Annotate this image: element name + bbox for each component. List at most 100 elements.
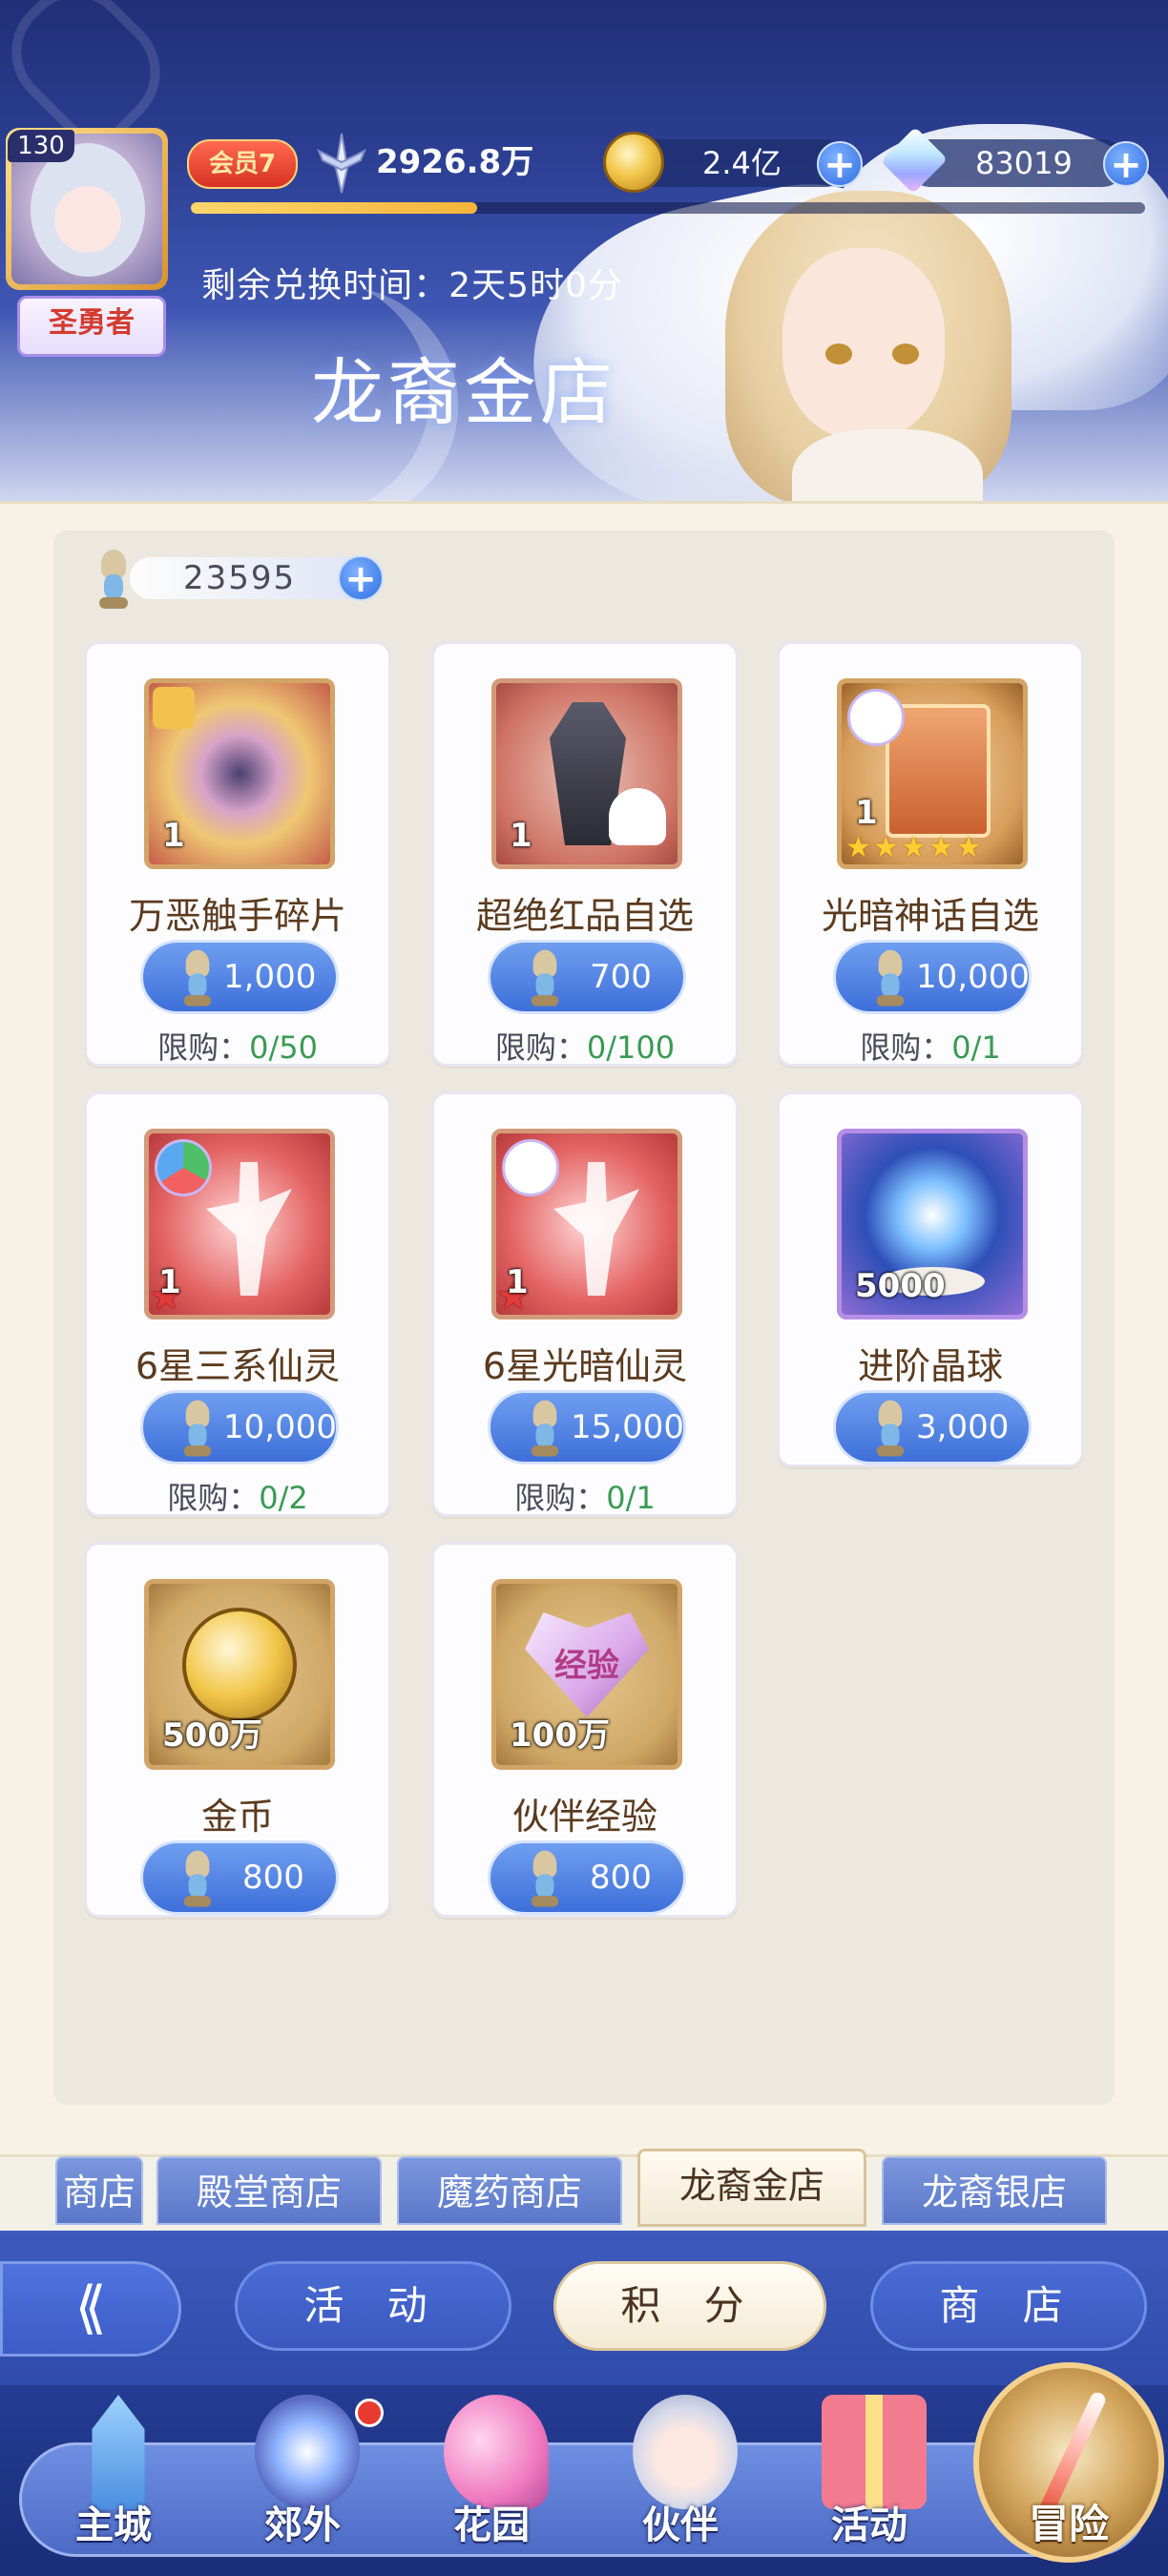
tab-dragon-silver-shop[interactable]: 龙裔银店 — [882, 2156, 1107, 2225]
item-name: 6星光暗仙灵 — [482, 1345, 688, 1387]
buy-button[interactable]: 800 — [488, 1840, 686, 1915]
purchase-limit-value: 0/2 — [259, 1480, 308, 1516]
vip-badge[interactable]: 会员7 — [187, 139, 298, 189]
item-price: 700 — [590, 958, 652, 996]
purchase-limit: 限购：0/2 — [87, 1474, 388, 1518]
dragon-token-icon — [869, 948, 911, 1012]
coin-emblem-icon — [182, 1608, 297, 1722]
nav-adventure-label: 冒险 — [1028, 2501, 1109, 2547]
item-name: 光暗神话自选 — [821, 895, 1039, 937]
nav-activity[interactable]: 活动 — [779, 2395, 960, 2576]
tab-dragon-gold-shop[interactable]: 龙裔金店 — [637, 2149, 866, 2227]
activity-button[interactable]: 活 动 — [235, 2261, 511, 2351]
item-price: 800 — [242, 1859, 304, 1897]
nav-partner[interactable]: 伙伴 — [590, 2395, 771, 2576]
shop-button[interactable]: 商 店 — [870, 2261, 1147, 2351]
nav-garden[interactable]: 花园 — [401, 2395, 582, 2576]
shop-tabs: 商店 殿堂商店 魔药商店 龙裔金店 龙裔银店 — [0, 2149, 1168, 2231]
nav-partner-label: 伙伴 — [642, 2503, 719, 2547]
shop-item-card[interactable]: ★ 1 6星光暗仙灵 15,000 限购：0/1 — [431, 1091, 739, 1517]
fairy-tri-element-icon: ★ 1 — [144, 1129, 335, 1319]
star-icon: ★ — [872, 831, 899, 864]
shop-item-card[interactable]: 500万 金币 800 — [84, 1542, 391, 1918]
star-icon: ★ — [900, 831, 927, 864]
buy-button[interactable]: 15,000 — [488, 1390, 686, 1465]
light-dark-element-icon — [502, 1139, 559, 1196]
item-quantity: 1 — [162, 817, 185, 855]
tab-hall-shop[interactable]: 殿堂商店 — [156, 2156, 382, 2225]
star-icon: ★ — [955, 831, 982, 864]
coffin-ghost-icon: 1 — [491, 678, 682, 869]
light-dark-element-icon — [847, 689, 905, 746]
item-price: 15,000 — [571, 1408, 684, 1446]
puzzle-piece-icon — [153, 687, 195, 729]
add-points-button[interactable]: + — [338, 555, 384, 601]
dragon-token-icon — [524, 1399, 566, 1463]
partner-portrait-icon — [633, 2395, 738, 2509]
tab-potion-shop[interactable]: 魔药商店 — [397, 2156, 622, 2225]
purchase-limit-value: 0/1 — [606, 1480, 656, 1516]
buy-button[interactable]: 10,000 — [833, 940, 1032, 1014]
shop-item-card[interactable]: 5000 进阶晶球 3,000 — [777, 1091, 1084, 1467]
castle-icon — [92, 2395, 145, 2509]
item-name: 进阶晶球 — [857, 1345, 1003, 1387]
dragon-token-icon — [524, 1849, 566, 1913]
item-name: 超绝红品自选 — [475, 895, 694, 937]
gem-value: 83019 — [975, 145, 1073, 181]
dragon-token-icon — [177, 1399, 219, 1463]
buy-button[interactable]: 800 — [140, 1840, 339, 1915]
purchase-limit-value: 0/50 — [249, 1029, 318, 1066]
fairy-silhouette-icon — [553, 1162, 639, 1296]
star-rating: ★ ★ ★ ★ ★ — [845, 834, 982, 862]
buy-button[interactable]: 700 — [488, 940, 686, 1014]
nav-outskirts[interactable]: 郊外 — [212, 2395, 393, 2576]
fairy-silhouette-icon — [206, 1162, 292, 1296]
back-button[interactable]: ⟪ — [0, 2261, 181, 2357]
combat-power-value: 2926.8万 — [376, 143, 534, 181]
points-value: 23595 — [183, 559, 297, 597]
add-gems-button[interactable]: + — [1103, 141, 1149, 187]
dragon-token-icon — [177, 948, 219, 1012]
points-button[interactable]: 积 分 — [553, 2261, 826, 2351]
item-name: 伙伴经验 — [511, 1796, 657, 1838]
purchase-limit-value: 0/1 — [951, 1029, 1001, 1066]
notification-dot — [355, 2399, 384, 2427]
exp-progress-fill — [191, 202, 477, 214]
exp-heart-icon: 经验 100万 — [491, 1579, 682, 1770]
buy-button[interactable]: 10,000 — [140, 1390, 339, 1465]
item-quantity: 1 — [510, 817, 532, 855]
purchase-limit-value: 0/100 — [586, 1029, 676, 1066]
item-price: 10,000 — [223, 1408, 337, 1446]
dragon-token-icon — [869, 1399, 911, 1463]
gift-box-icon — [822, 2395, 927, 2509]
shop-title: 龙裔金店 — [311, 350, 616, 435]
purchase-limit-label: 限购： — [514, 1480, 607, 1516]
item-quantity: 1 — [506, 1263, 529, 1301]
item-price: 800 — [590, 1859, 652, 1897]
item-quantity: 5000 — [855, 1267, 946, 1305]
shop-item-card[interactable]: 1 超绝红品自选 700 限购：0/100 — [431, 641, 739, 1067]
tab-shop-partial[interactable]: 商店 — [55, 2156, 143, 2225]
purchase-limit-label: 限购： — [167, 1480, 260, 1516]
buy-button[interactable]: 3,000 — [833, 1390, 1032, 1465]
exchange-timer: 剩余兑换时间：2天5时0分 — [0, 258, 1168, 307]
purchase-limit-label: 限购： — [860, 1029, 952, 1066]
back-arrow-icon: ⟪ — [74, 2275, 107, 2341]
nav-main-city-label: 主城 — [75, 2503, 152, 2547]
nav-adventure[interactable]: 冒险 — [973, 2362, 1164, 2563]
heart-garden-icon — [444, 2395, 549, 2509]
add-gold-button[interactable]: + — [817, 141, 863, 187]
portal-icon — [255, 2395, 360, 2509]
tri-element-icon — [155, 1139, 212, 1196]
power-sword-icon — [317, 133, 366, 194]
item-name: 6星三系仙灵 — [135, 1345, 341, 1387]
nav-main-city[interactable]: 主城 — [23, 2395, 204, 2576]
item-quantity: 100万 — [510, 1716, 610, 1755]
dragon-token-icon — [92, 548, 136, 614]
shop-item-card[interactable]: 1 万恶触手碎片 1,000 限购：0/50 — [84, 641, 391, 1067]
star-icon: ★ — [928, 831, 954, 864]
shop-item-card[interactable]: 经验 100万伙伴经验 800 — [431, 1542, 739, 1918]
shop-item-card[interactable]: ★ ★ ★ ★ ★ 1 光暗神话自选 10,000 限购：0/1 — [777, 641, 1084, 1067]
buy-button[interactable]: 1,000 — [140, 940, 339, 1014]
shop-item-card[interactable]: ★ 1 6星三系仙灵 10,000 限购：0/2 — [84, 1091, 391, 1517]
